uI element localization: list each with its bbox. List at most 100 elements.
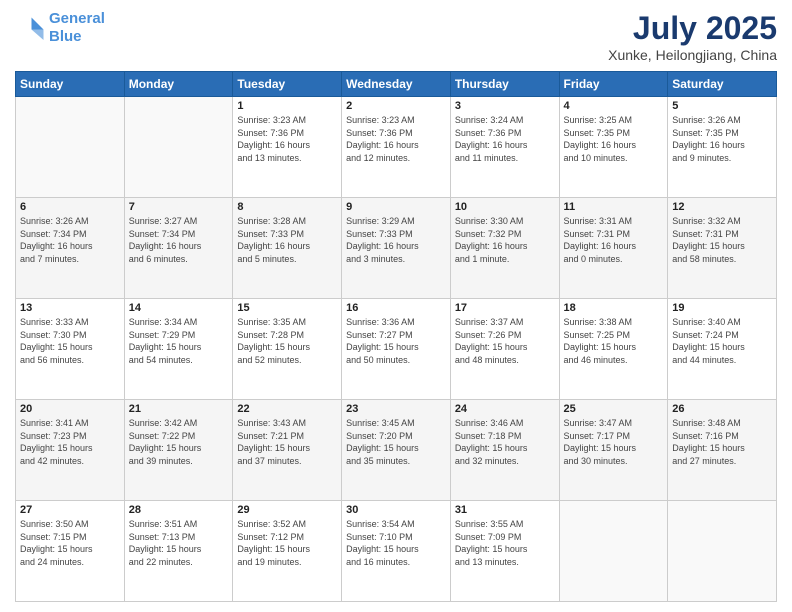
day-info: Sunrise: 3:25 AM Sunset: 7:35 PM Dayligh…	[564, 114, 664, 164]
day-number: 20	[20, 403, 120, 415]
calendar-day-cell: 17Sunrise: 3:37 AM Sunset: 7:26 PM Dayli…	[450, 299, 559, 400]
day-info: Sunrise: 3:31 AM Sunset: 7:31 PM Dayligh…	[564, 215, 664, 265]
day-info: Sunrise: 3:23 AM Sunset: 7:36 PM Dayligh…	[346, 114, 446, 164]
calendar-day-cell: 6 Sunrise: 3:26 AM Sunset: 7:34 PM Daylig…	[16, 198, 125, 299]
day-info: Sunrise: 3:30 AM Sunset: 7:32 PM Dayligh…	[455, 215, 555, 265]
day-info: Sunrise: 3:45 AM Sunset: 7:20 PM Dayligh…	[346, 417, 446, 467]
weekday-header: Thursday	[450, 72, 559, 97]
calendar-day-cell: 7 Sunrise: 3:27 AM Sunset: 7:34 PM Daylig…	[124, 198, 233, 299]
day-info: Sunrise: 3:28 AM Sunset: 7:33 PM Dayligh…	[237, 215, 337, 265]
calendar-week-row: 1Sunrise: 3:23 AM Sunset: 7:36 PM Daylig…	[16, 97, 777, 198]
day-number: 6	[20, 201, 120, 213]
main-title: July 2025	[608, 10, 777, 47]
calendar-day-cell: 29Sunrise: 3:52 AM Sunset: 7:12 PM Dayli…	[233, 501, 342, 602]
subtitle: Xunke, Heilongjiang, China	[608, 47, 777, 63]
day-info: Sunrise: 3:54 AM Sunset: 7:10 PM Dayligh…	[346, 518, 446, 568]
logo-icon	[15, 13, 45, 43]
day-number: 4	[564, 100, 664, 112]
day-number: 19	[672, 302, 772, 314]
logo-text: General Blue	[49, 10, 105, 46]
calendar-day-cell: 25 Sunrise: 3:47 AM Sunset: 7:17 PM Dayli…	[559, 400, 668, 501]
calendar-table: SundayMondayTuesdayWednesdayThursdayFrid…	[15, 71, 777, 602]
calendar-day-cell	[16, 97, 125, 198]
day-number: 3	[455, 100, 555, 112]
calendar-day-cell	[668, 501, 777, 602]
header: General Blue July 2025 Xunke, Heilongjia…	[15, 10, 777, 63]
day-number: 7	[129, 201, 229, 213]
day-number: 31	[455, 504, 555, 516]
calendar-day-cell: 20 Sunrise: 3:41 AM Sunset: 7:23 PM Dayli…	[16, 400, 125, 501]
calendar-day-cell: 22 Sunrise: 3:43 AM Sunset: 7:21 PM Dayli…	[233, 400, 342, 501]
day-info: Sunrise: 3:50 AM Sunset: 7:15 PM Dayligh…	[20, 518, 120, 568]
day-info: Sunrise: 3:55 AM Sunset: 7:09 PM Dayligh…	[455, 518, 555, 568]
calendar-day-cell: 27 Sunrise: 3:50 AM Sunset: 7:15 PM Dayli…	[16, 501, 125, 602]
day-number: 11	[564, 201, 664, 213]
calendar-day-cell: 14Sunrise: 3:34 AM Sunset: 7:29 PM Dayli…	[124, 299, 233, 400]
calendar-day-cell: 28Sunrise: 3:51 AM Sunset: 7:13 PM Dayli…	[124, 501, 233, 602]
day-info: Sunrise: 3:24 AM Sunset: 7:36 PM Dayligh…	[455, 114, 555, 164]
day-info: Sunrise: 3:47 AM Sunset: 7:17 PM Dayligh…	[564, 417, 664, 467]
day-info: Sunrise: 3:26 AM Sunset: 7:34 PM Dayligh…	[20, 215, 120, 265]
day-number: 22	[237, 403, 337, 415]
weekday-header: Saturday	[668, 72, 777, 97]
day-number: 14	[129, 302, 229, 314]
weekday-header: Friday	[559, 72, 668, 97]
day-number: 15	[237, 302, 337, 314]
day-number: 12	[672, 201, 772, 213]
day-info: Sunrise: 3:26 AM Sunset: 7:35 PM Dayligh…	[672, 114, 772, 164]
day-info: Sunrise: 3:27 AM Sunset: 7:34 PM Dayligh…	[129, 215, 229, 265]
calendar-day-cell: 12Sunrise: 3:32 AM Sunset: 7:31 PM Dayli…	[668, 198, 777, 299]
day-number: 8	[237, 201, 337, 213]
weekday-header: Sunday	[16, 72, 125, 97]
day-number: 26	[672, 403, 772, 415]
calendar-day-cell: 18Sunrise: 3:38 AM Sunset: 7:25 PM Dayli…	[559, 299, 668, 400]
calendar-week-row: 13 Sunrise: 3:33 AM Sunset: 7:30 PM Dayli…	[16, 299, 777, 400]
day-info: Sunrise: 3:33 AM Sunset: 7:30 PM Dayligh…	[20, 316, 120, 366]
day-number: 21	[129, 403, 229, 415]
calendar-week-row: 27 Sunrise: 3:50 AM Sunset: 7:15 PM Dayli…	[16, 501, 777, 602]
calendar-day-cell: 31 Sunrise: 3:55 AM Sunset: 7:09 PM Dayli…	[450, 501, 559, 602]
calendar-day-cell: 9Sunrise: 3:29 AM Sunset: 7:33 PM Daylig…	[342, 198, 451, 299]
day-info: Sunrise: 3:40 AM Sunset: 7:24 PM Dayligh…	[672, 316, 772, 366]
calendar-day-cell: 4 Sunrise: 3:25 AM Sunset: 7:35 PM Daylig…	[559, 97, 668, 198]
day-number: 24	[455, 403, 555, 415]
calendar-day-cell: 23 Sunrise: 3:45 AM Sunset: 7:20 PM Dayli…	[342, 400, 451, 501]
day-info: Sunrise: 3:42 AM Sunset: 7:22 PM Dayligh…	[129, 417, 229, 467]
day-info: Sunrise: 3:41 AM Sunset: 7:23 PM Dayligh…	[20, 417, 120, 467]
day-info: Sunrise: 3:37 AM Sunset: 7:26 PM Dayligh…	[455, 316, 555, 366]
calendar-day-cell: 5 Sunrise: 3:26 AM Sunset: 7:35 PM Daylig…	[668, 97, 777, 198]
day-number: 25	[564, 403, 664, 415]
day-info: Sunrise: 3:36 AM Sunset: 7:27 PM Dayligh…	[346, 316, 446, 366]
weekday-header: Wednesday	[342, 72, 451, 97]
calendar-day-cell: 19 Sunrise: 3:40 AM Sunset: 7:24 PM Dayli…	[668, 299, 777, 400]
day-info: Sunrise: 3:48 AM Sunset: 7:16 PM Dayligh…	[672, 417, 772, 467]
calendar-day-cell: 3 Sunrise: 3:24 AM Sunset: 7:36 PM Daylig…	[450, 97, 559, 198]
page: General Blue July 2025 Xunke, Heilongjia…	[0, 0, 792, 612]
calendar-header-row: SundayMondayTuesdayWednesdayThursdayFrid…	[16, 72, 777, 97]
calendar-day-cell: 21 Sunrise: 3:42 AM Sunset: 7:22 PM Dayli…	[124, 400, 233, 501]
day-info: Sunrise: 3:29 AM Sunset: 7:33 PM Dayligh…	[346, 215, 446, 265]
day-info: Sunrise: 3:23 AM Sunset: 7:36 PM Dayligh…	[237, 114, 337, 164]
calendar-day-cell: 15Sunrise: 3:35 AM Sunset: 7:28 PM Dayli…	[233, 299, 342, 400]
day-info: Sunrise: 3:43 AM Sunset: 7:21 PM Dayligh…	[237, 417, 337, 467]
logo: General Blue	[15, 10, 105, 46]
day-number: 27	[20, 504, 120, 516]
calendar-day-cell	[124, 97, 233, 198]
calendar-day-cell: 1Sunrise: 3:23 AM Sunset: 7:36 PM Daylig…	[233, 97, 342, 198]
day-info: Sunrise: 3:46 AM Sunset: 7:18 PM Dayligh…	[455, 417, 555, 467]
day-number: 5	[672, 100, 772, 112]
calendar-day-cell: 16 Sunrise: 3:36 AM Sunset: 7:27 PM Dayli…	[342, 299, 451, 400]
weekday-header: Tuesday	[233, 72, 342, 97]
calendar-day-cell	[559, 501, 668, 602]
calendar-day-cell: 24 Sunrise: 3:46 AM Sunset: 7:18 PM Dayli…	[450, 400, 559, 501]
calendar-week-row: 20 Sunrise: 3:41 AM Sunset: 7:23 PM Dayli…	[16, 400, 777, 501]
day-number: 23	[346, 403, 446, 415]
calendar-day-cell: 30Sunrise: 3:54 AM Sunset: 7:10 PM Dayli…	[342, 501, 451, 602]
day-number: 10	[455, 201, 555, 213]
day-number: 29	[237, 504, 337, 516]
day-number: 16	[346, 302, 446, 314]
day-number: 13	[20, 302, 120, 314]
weekday-header: Monday	[124, 72, 233, 97]
title-section: July 2025 Xunke, Heilongjiang, China	[608, 10, 777, 63]
calendar-day-cell: 11 Sunrise: 3:31 AM Sunset: 7:31 PM Dayli…	[559, 198, 668, 299]
